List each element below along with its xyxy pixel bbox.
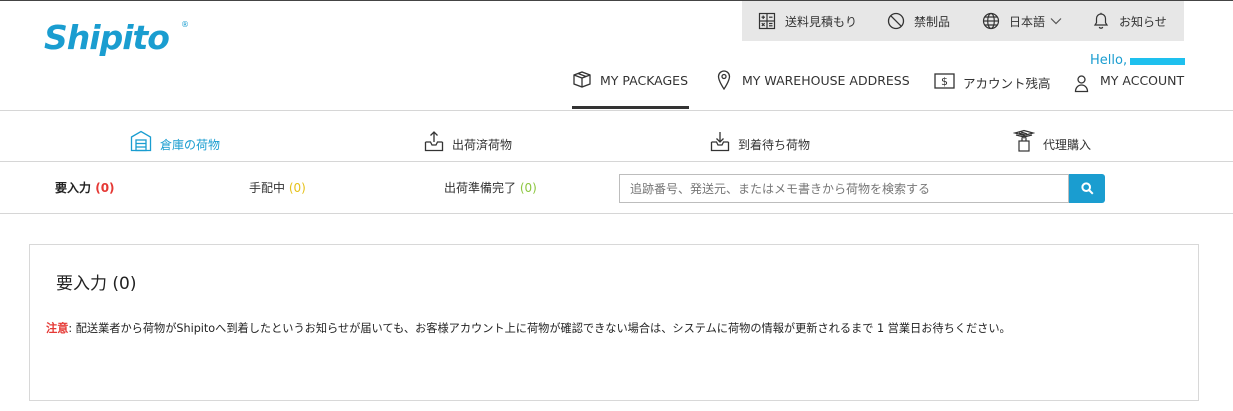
notifications-link[interactable]: お知らせ [1092,12,1167,30]
subtab-needs-input-label: 要入力 [55,181,92,195]
tab-shipped-packages[interactable]: 出荷済荷物 [424,128,512,153]
assisted-purchase-icon [1013,129,1035,152]
logo-text: Shipito [44,18,170,57]
nav-warehouse-label: MY WAREHOUSE ADDRESS [742,73,910,88]
calculator-icon [758,12,776,30]
notice-text: : 配送業者から荷物がShipitoへ到着したというお知らせが届いても、お客様ア… [68,322,1011,335]
prohibited-items-link[interactable]: 禁制品 [887,12,950,30]
header-divider [0,110,1233,111]
tab-assisted-purchase[interactable]: 代理購入 [1013,128,1091,153]
nav-warehouse-address[interactable]: MY WAREHOUSE ADDRESS [717,70,910,110]
svg-text:$: $ [941,75,948,88]
notice-message: 注意: 配送業者から荷物がShipitoへ到着したというお知らせが届いても、お客… [46,320,1011,336]
subtab-in-progress-label: 手配中 [249,181,286,195]
tab-shipped-label: 出荷済荷物 [452,138,513,152]
utility-bar: 送料見積もり 禁制品 日本語 お知らせ [742,1,1184,41]
username-redacted-bar [1130,58,1185,65]
tab-incoming-label: 到着待ち荷物 [738,138,811,152]
shipping-estimate-label: 送料見積もり [785,14,858,29]
subtab-in-progress[interactable]: 手配中 (0) [249,179,306,196]
category-divider [0,161,1233,162]
chevron-down-icon [1050,18,1062,25]
shipito-logo[interactable]: Shipito ® [44,18,189,62]
nav-my-account[interactable]: MY ACCOUNT [1074,70,1184,110]
logo-registered-mark: ® [181,20,189,29]
warehouse-icon [130,130,152,151]
bell-icon [1093,12,1109,29]
globe-icon [982,12,1000,30]
nav-active-indicator [572,106,689,109]
subtab-needs-input[interactable]: 要入力 (0) [55,179,115,196]
user-icon [1074,75,1089,93]
tab-incoming-packages[interactable]: 到着待ち荷物 [710,128,810,153]
outbox-icon [424,130,444,151]
user-greeting: Hello, [1090,53,1128,68]
notifications-label: お知らせ [1119,14,1167,29]
prohibited-items-label: 禁制品 [914,14,951,29]
subtab-needs-input-count: (0) [95,181,115,195]
subtab-divider [0,213,1233,214]
subtab-ready-to-ship[interactable]: 出荷準備完了 (0) [444,179,537,196]
language-selector[interactable]: 日本語 [982,12,1062,30]
search-button[interactable] [1069,174,1105,203]
nav-my-packages-label: MY PACKAGES [600,73,689,88]
inbox-icon [710,131,730,151]
search-icon [1080,182,1094,195]
nav-account-balance[interactable]: $ アカウント残高 [934,70,1051,110]
tab-warehouse-label: 倉庫の荷物 [160,138,221,152]
subtab-ready-count: (0) [519,181,537,195]
shipping-estimate-link[interactable]: 送料見積もり [758,12,857,30]
subtab-in-progress-count: (0) [288,181,306,195]
tab-warehouse-packages[interactable]: 倉庫の荷物 [130,128,220,153]
needs-input-panel: 要入力 (0) 注意: 配送業者から荷物がShipitoへ到着したというお知らせ… [29,244,1199,401]
map-pin-icon [717,70,731,90]
subtab-ready-label: 出荷準備完了 [444,181,517,195]
package-search-input[interactable] [619,174,1069,203]
prohibited-icon [887,12,905,30]
language-label: 日本語 [1009,14,1046,29]
tab-assisted-purchase-label: 代理購入 [1043,138,1092,152]
package-box-icon [573,71,591,88]
panel-title: 要入力 (0) [56,274,137,294]
nav-my-account-label: MY ACCOUNT [1100,73,1185,88]
dollar-icon: $ [934,73,955,89]
nav-my-packages[interactable]: MY PACKAGES [572,70,688,110]
nav-balance-label: アカウント残高 [963,76,1051,91]
notice-label: 注意 [46,322,69,335]
